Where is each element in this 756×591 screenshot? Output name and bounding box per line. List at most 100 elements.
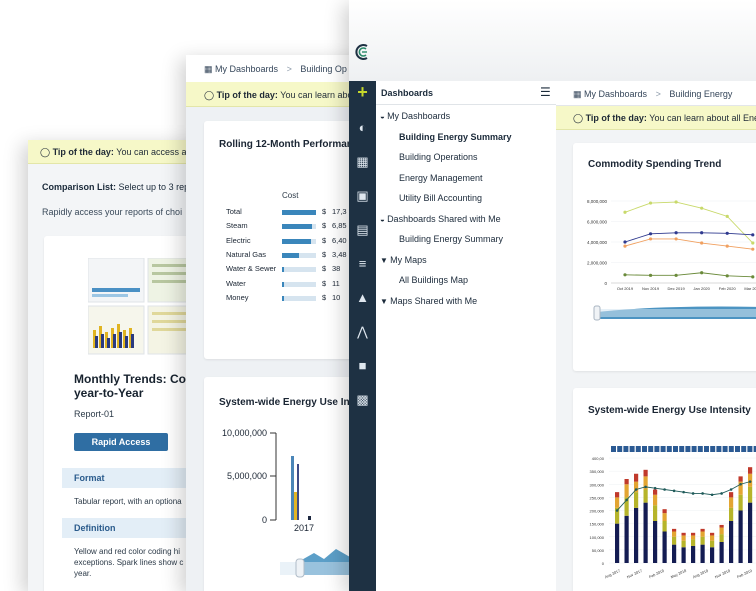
- x-tick-label: Aug 2018: [692, 569, 708, 579]
- stacked-bar-segment: [700, 528, 705, 532]
- nav-item[interactable]: ◒ My Dashboards: [380, 111, 450, 121]
- hamburger-menu-icon[interactable]: ☰: [540, 85, 551, 99]
- breadcrumb-bar: ▦ My Dashboards > Building Energy: [556, 81, 756, 106]
- nav-item[interactable]: ◒ Dashboards Shared with Me: [380, 214, 501, 224]
- breadcrumb-item[interactable]: My Dashboards: [584, 89, 647, 99]
- stacked-bar-segment: [719, 527, 724, 535]
- tip-text: You can learn about all EnergyCAP: [649, 113, 756, 123]
- rapid-access-button[interactable]: Rapid Access: [74, 433, 168, 451]
- nav-item[interactable]: Energy Management: [399, 173, 483, 183]
- trend-point: [739, 482, 742, 486]
- stacked-bar-segment: [643, 489, 648, 503]
- y-tick-label: 8,000,000: [587, 199, 608, 204]
- top-band-marker: [747, 446, 753, 452]
- nav-item[interactable]: Building Operations: [399, 152, 478, 162]
- bar: [297, 464, 299, 520]
- stacked-bar-segment: [681, 540, 686, 548]
- report-id: Report-01: [74, 409, 115, 419]
- commodity-spending-chart: 8,000,000 6,000,000 4,000,000 2,000,000 0 Oct…: [587, 199, 756, 321]
- trend-point: [720, 492, 723, 495]
- nav-item[interactable]: ▼ My Maps: [380, 255, 427, 265]
- cost-header: Cost: [282, 191, 299, 200]
- y-tick-label: 0: [262, 515, 267, 525]
- range-slider-handle[interactable]: [295, 558, 305, 578]
- top-band-marker: [629, 446, 635, 452]
- data-point: [751, 233, 755, 237]
- stacked-bar-segment: [653, 494, 658, 506]
- y-tick-label: 0: [602, 561, 605, 566]
- cost-row-label: Natural Gas: [226, 249, 267, 259]
- stacked-bar-segment: [653, 521, 658, 563]
- breadcrumb-item[interactable]: Building Energy: [669, 89, 732, 99]
- nav-item[interactable]: Utility Bill Accounting: [399, 193, 482, 203]
- nav-item-label: Dashboards Shared with Me: [387, 213, 501, 224]
- trend-point: [634, 488, 638, 491]
- x-tick-label: Aug 2017: [604, 569, 620, 579]
- cost-row-value: 6,40: [332, 235, 347, 245]
- currency-symbol: $: [322, 207, 327, 216]
- cost-bar: [282, 295, 316, 301]
- card-title: Rolling 12-Month Performan: [219, 139, 353, 150]
- top-band-marker: [735, 446, 740, 452]
- y-tick-label: 200,000: [590, 509, 605, 514]
- app-header: [349, 0, 756, 81]
- data-point: [648, 201, 653, 205]
- app-logo[interactable]: [355, 43, 371, 61]
- top-band-marker: [660, 446, 666, 452]
- hierarchy-icon[interactable]: ▲: [354, 289, 371, 306]
- x-tick-label: Feb 2019: [736, 569, 752, 579]
- factory-icon[interactable]: ■: [354, 357, 371, 374]
- stacked-bar-segment: [729, 521, 734, 563]
- nav-header: Dashboards ☰: [376, 81, 556, 105]
- nav-item[interactable]: ▼ Maps Shared with Me: [380, 296, 477, 306]
- top-band-marker: [666, 446, 672, 452]
- range-slider-handle[interactable]: [593, 305, 601, 321]
- stacked-bar-segment: [634, 492, 639, 508]
- x-tick-label: May 2018: [670, 569, 687, 580]
- tip-label: Tip of the day:: [585, 113, 647, 123]
- data-point: [648, 237, 653, 241]
- x-tick-label: Jan 2020: [693, 286, 710, 291]
- breadcrumb-item[interactable]: Building Op: [300, 64, 347, 74]
- meter-icon[interactable]: ▤: [354, 221, 371, 238]
- nav-item-label: My Maps: [390, 254, 427, 265]
- stacked-bar-segment: [643, 502, 648, 563]
- trend-point: [691, 492, 695, 495]
- currency-symbol: $: [322, 235, 327, 245]
- add-icon[interactable]: +: [354, 83, 371, 101]
- report-icon[interactable]: ▩: [354, 391, 371, 408]
- nav-item[interactable]: Building Energy Summary: [399, 234, 503, 244]
- y-tick-label: 400,00: [592, 456, 605, 461]
- gauge-icon[interactable]: ◐: [354, 119, 371, 136]
- stacked-bar-segment: [748, 467, 753, 474]
- list-icon[interactable]: ≡: [354, 255, 371, 272]
- y-tick-label: 5,000,000: [227, 471, 267, 481]
- cost-bar: [282, 224, 316, 230]
- trend-point: [653, 486, 657, 490]
- top-band-marker: [642, 446, 647, 452]
- chart-icon[interactable]: ⋀: [354, 323, 371, 340]
- nav-item-label: Building Operations: [399, 152, 478, 162]
- stacked-bar-segment: [691, 532, 696, 536]
- stacked-bar-segment: [719, 534, 724, 542]
- stacked-bar-segment: [729, 492, 734, 498]
- stacked-bar-segment: [738, 476, 743, 482]
- data-point: [700, 231, 704, 235]
- breadcrumb-item[interactable]: My Dashboards: [215, 64, 278, 74]
- nav-item[interactable]: Building Energy Summary: [399, 132, 512, 142]
- nav-item[interactable]: All Buildings Map: [399, 275, 468, 285]
- buildings-icon[interactable]: ▦: [354, 153, 371, 170]
- x-tick-label: Oct 2019: [617, 286, 634, 291]
- x-tick-label: Feb 2020: [719, 286, 737, 291]
- tip-label: Tip of the day:: [52, 147, 114, 157]
- calculator-icon[interactable]: ▣: [354, 187, 371, 204]
- cost-row-value: 17,3: [332, 207, 347, 216]
- currency-symbol: $: [322, 264, 327, 274]
- y-tick-label: 10,000,000: [222, 428, 267, 438]
- data-point: [725, 274, 729, 278]
- stacked-bar-segment: [672, 531, 677, 537]
- data-point: [700, 206, 704, 210]
- data-point: [623, 240, 627, 244]
- currency-symbol: $: [322, 221, 327, 231]
- range-slider-track: [597, 309, 756, 317]
